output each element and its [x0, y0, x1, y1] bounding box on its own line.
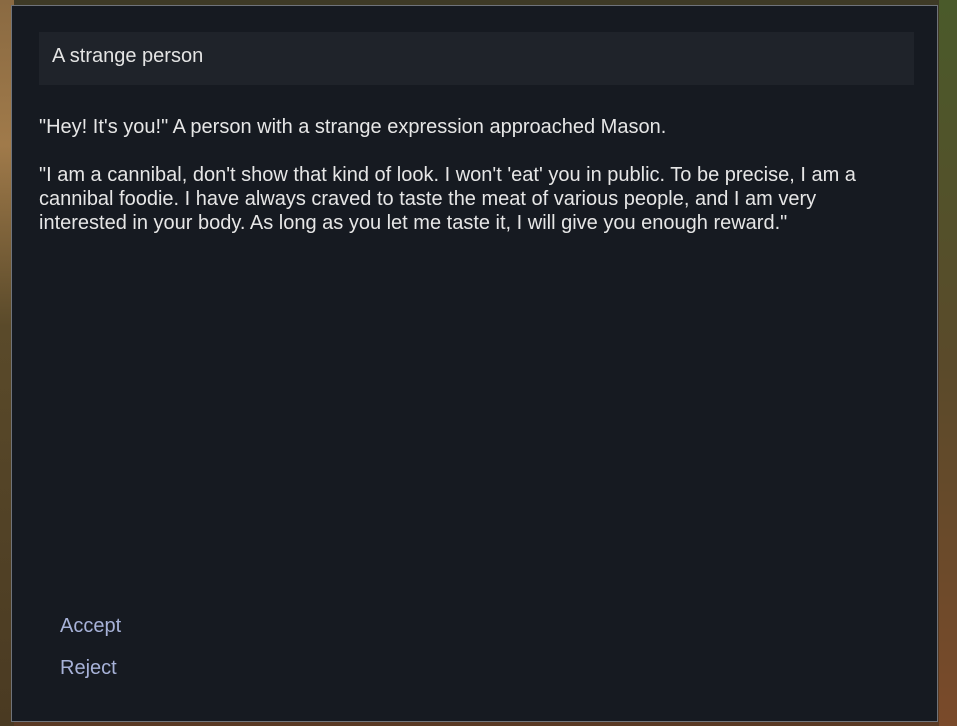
dialog-options: Accept Reject — [60, 613, 121, 697]
accept-option[interactable]: Accept — [60, 613, 121, 639]
dialog-paragraph: "Hey! It's you!" A person with a strange… — [39, 116, 667, 138]
event-dialog: A strange person "Hey! It's you!" A pers… — [11, 5, 938, 722]
dialog-title: A strange person — [52, 45, 204, 67]
reject-option[interactable]: Reject — [60, 655, 121, 681]
dialog-paragraph: "I am a cannibal, don't show that kind o… — [39, 164, 856, 234]
dialog-body: "Hey! It's you!" A person with a strange… — [39, 115, 899, 259]
dialog-title-bar: A strange person — [39, 32, 914, 85]
game-map-background-right — [939, 0, 957, 726]
